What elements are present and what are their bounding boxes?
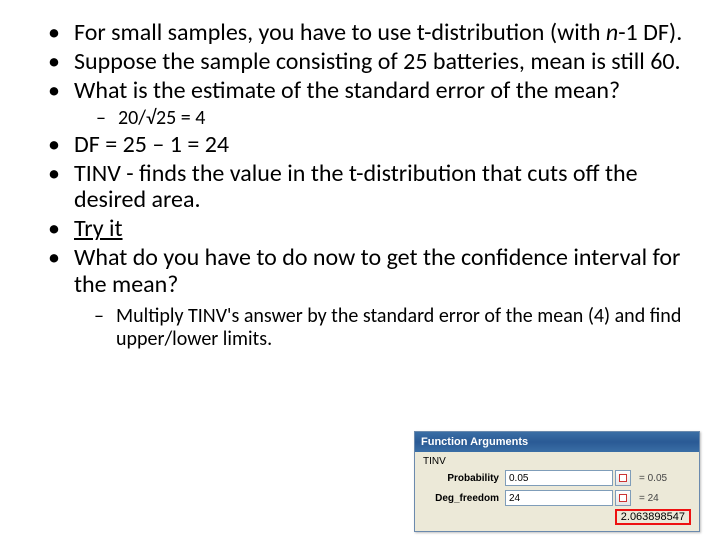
slide: For small samples, you have to use t-dis… — [0, 0, 720, 540]
dialog-title: Function Arguments — [421, 436, 528, 448]
text: TINV - finds the value in the t-distribu… — [74, 159, 638, 215]
sub-list: 20/√25 = 4 — [96, 107, 690, 130]
input-value: 0.05 — [509, 473, 528, 484]
arg-label: Probability — [421, 473, 505, 484]
ref-button[interactable] — [615, 490, 631, 506]
function-arguments-dialog: Function Arguments TINV Probability 0.05… — [414, 431, 700, 532]
text: What do you have to do now to get the co… — [74, 243, 680, 299]
ref-button[interactable] — [615, 470, 631, 486]
text: For small samples, you have to use t-dis… — [74, 18, 606, 47]
dialog-titlebar: Function Arguments — [415, 432, 699, 452]
probability-input[interactable]: 0.05 — [505, 470, 613, 486]
arg-row-probability: Probability 0.05 = 0.05 — [421, 469, 693, 487]
arg-eval: = 0.05 — [639, 473, 667, 484]
text: 20/√25 = 4 — [118, 106, 205, 130]
sub-item: 20/√25 = 4 — [96, 107, 690, 130]
bullet-item-5: TINV - finds the value in the t-distribu… — [48, 161, 690, 215]
bullet-item-4: DF = 25 – 1 = 24 — [48, 132, 690, 159]
try-it-link[interactable]: Try it — [74, 214, 123, 243]
text: What is the estimate of the standard err… — [74, 76, 620, 105]
bullet-item-2: Suppose the sample consisting of 25 batt… — [48, 49, 690, 76]
dialog-window: Function Arguments TINV Probability 0.05… — [414, 431, 700, 532]
text: Multiply TINV's answer by the standard e… — [116, 304, 681, 351]
text-italic: n — [606, 18, 618, 47]
degfreedom-input[interactable]: 24 — [505, 490, 613, 506]
text: Suppose the sample consisting of 25 batt… — [74, 47, 681, 76]
function-name: TINV — [421, 456, 693, 467]
arg-eval: = 24 — [639, 493, 659, 504]
text: DF = 25 – 1 = 24 — [74, 130, 229, 159]
bullet-item-7: What do you have to do now to get the co… — [48, 245, 690, 299]
dialog-body: TINV Probability 0.05 = 0.05 Deg_freedom… — [415, 452, 699, 531]
bullet-item-3: What is the estimate of the standard err… — [48, 78, 690, 130]
arg-row-degfreedom: Deg_freedom 24 = 24 — [421, 489, 693, 507]
text: -1 DF). — [618, 18, 682, 47]
input-value: 24 — [509, 493, 520, 504]
bullet-item-6: Try it — [48, 216, 690, 243]
bullet-item-1: For small samples, you have to use t-dis… — [48, 20, 690, 47]
result-row: 2.063898547 — [421, 509, 693, 525]
dash-item: Multiply TINV's answer by the standard e… — [94, 305, 690, 351]
result-value: 2.063898547 — [615, 509, 691, 525]
bullet-list: For small samples, you have to use t-dis… — [48, 20, 690, 299]
arg-label: Deg_freedom — [421, 493, 505, 504]
after-list: Multiply TINV's answer by the standard e… — [94, 305, 690, 351]
